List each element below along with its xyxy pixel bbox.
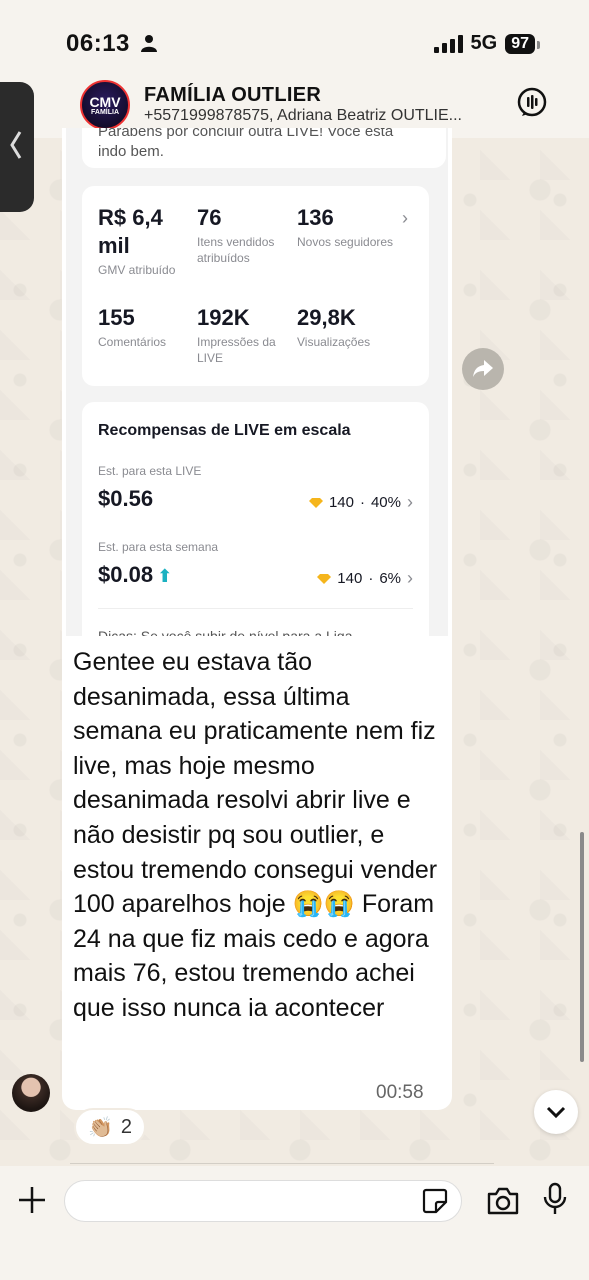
week-estimate-label: Est. para esta semana xyxy=(98,540,219,554)
stat-comments: 155 Comentários xyxy=(98,304,198,350)
status-indicators: 5G 97 xyxy=(433,32,540,55)
microphone-icon[interactable] xyxy=(542,1182,568,1216)
shared-image[interactable]: Parabéns por concluir outra LIVE! Você e… xyxy=(66,128,448,636)
reaction-emoji: 👏🏼 xyxy=(88,1116,113,1139)
week-estimate-detail: 140 · 6% › xyxy=(317,568,413,589)
diamond-icon xyxy=(308,497,323,508)
divider xyxy=(70,1163,494,1164)
forward-button[interactable] xyxy=(462,348,504,390)
sender-avatar[interactable] xyxy=(12,1074,50,1112)
chevron-right-icon: › xyxy=(407,492,413,512)
stat-label: Impressões da LIVE xyxy=(197,335,276,365)
diamond-count: 140 xyxy=(328,494,354,511)
avatar-text: CMV xyxy=(89,93,121,110)
week-amount-value: $0.08 xyxy=(98,562,154,587)
battery-indicator: 97 xyxy=(505,33,540,54)
chevron-right-icon: › xyxy=(407,568,413,588)
stat-views: 29,8K Visualizações xyxy=(297,304,397,350)
stat-label: Novos seguidores xyxy=(297,235,394,249)
stat-label: GMV atribuído xyxy=(98,263,176,277)
diamond-icon xyxy=(317,573,332,584)
tip-text: Dicas: Se você subir de nível para a Lig… xyxy=(98,628,353,636)
week-estimate-amount: $0.08 ⬆ xyxy=(98,562,172,588)
stat-value: 29,8K xyxy=(297,305,356,330)
stat-value: 155 xyxy=(98,305,135,330)
stat-impressions: 192K Impressões da LIVE xyxy=(197,304,287,366)
rewards-title: Recompensas de LIVE em escala xyxy=(98,422,351,439)
separator-dot: · xyxy=(359,494,365,511)
stats-card: R$ 6,4 mil GMV atribuído 76 Itens vendid… xyxy=(82,186,429,386)
message-text: Gentee eu estava tão desanimada, essa úl… xyxy=(73,648,438,1022)
stat-label: Itens vendidos atribuídos xyxy=(197,235,275,265)
up-arrow-icon: ⬆ xyxy=(157,566,173,586)
chevron-down-icon xyxy=(546,1106,566,1118)
person-icon xyxy=(141,35,157,52)
chevron-right-icon: › xyxy=(402,208,408,228)
message-input[interactable] xyxy=(64,1180,462,1222)
rewards-card: Recompensas de LIVE em escala Est. para … xyxy=(82,402,429,636)
plus-icon[interactable] xyxy=(16,1184,48,1216)
stat-value: 136 xyxy=(297,205,334,230)
network-type: 5G xyxy=(470,32,498,54)
stat-value: R$ 6,4 mil xyxy=(98,205,163,258)
signal-icon xyxy=(433,34,463,53)
back-tab[interactable] xyxy=(0,82,34,212)
group-members[interactable]: +5571999878575, Adriana Beatriz OUTLIE..… xyxy=(144,107,494,125)
status-time: 06:13 xyxy=(66,30,130,57)
live-estimate-amount: $0.56 xyxy=(98,486,154,511)
scroll-down-button[interactable] xyxy=(534,1090,578,1134)
chevron-left-icon xyxy=(10,131,22,159)
camera-icon[interactable] xyxy=(486,1186,520,1216)
scrollbar[interactable] xyxy=(580,832,584,1062)
reaction-pill[interactable]: 👏🏼 2 xyxy=(74,1108,147,1146)
separator-dot: · xyxy=(368,570,374,587)
live-estimate-detail: 140 · 40% › xyxy=(308,492,413,513)
stat-items: 76 Itens vendidos atribuídos xyxy=(197,204,297,266)
congrats-text: Parabéns por concluir outra LIVE! Você e… xyxy=(98,128,394,160)
stat-value: 192K xyxy=(197,305,250,330)
sticker-icon[interactable] xyxy=(422,1188,448,1214)
stat-label: Comentários xyxy=(98,335,167,349)
live-estimate-label: Est. para esta LIVE xyxy=(98,464,202,478)
voice-call-icon[interactable] xyxy=(516,86,548,118)
forward-icon xyxy=(473,360,493,377)
group-title[interactable]: FAMÍLIA OUTLIER xyxy=(144,84,321,107)
percent-value: 6% xyxy=(379,570,401,587)
diamond-count: 140 xyxy=(337,570,363,587)
stat-followers: 136 Novos seguidores xyxy=(297,204,397,250)
percent-value: 40% xyxy=(370,494,401,511)
avatar-subtext: FAMÍLIA xyxy=(91,108,119,116)
message-time: 00:58 xyxy=(376,1082,424,1103)
reaction-count: 2 xyxy=(120,1115,133,1138)
group-avatar[interactable]: CMV FAMÍLIA xyxy=(80,80,130,130)
stat-gmv: R$ 6,4 mil GMV atribuído xyxy=(98,204,188,278)
divider xyxy=(98,608,413,609)
stat-value: 76 xyxy=(197,205,222,230)
stat-label: Visualizações xyxy=(297,335,371,349)
